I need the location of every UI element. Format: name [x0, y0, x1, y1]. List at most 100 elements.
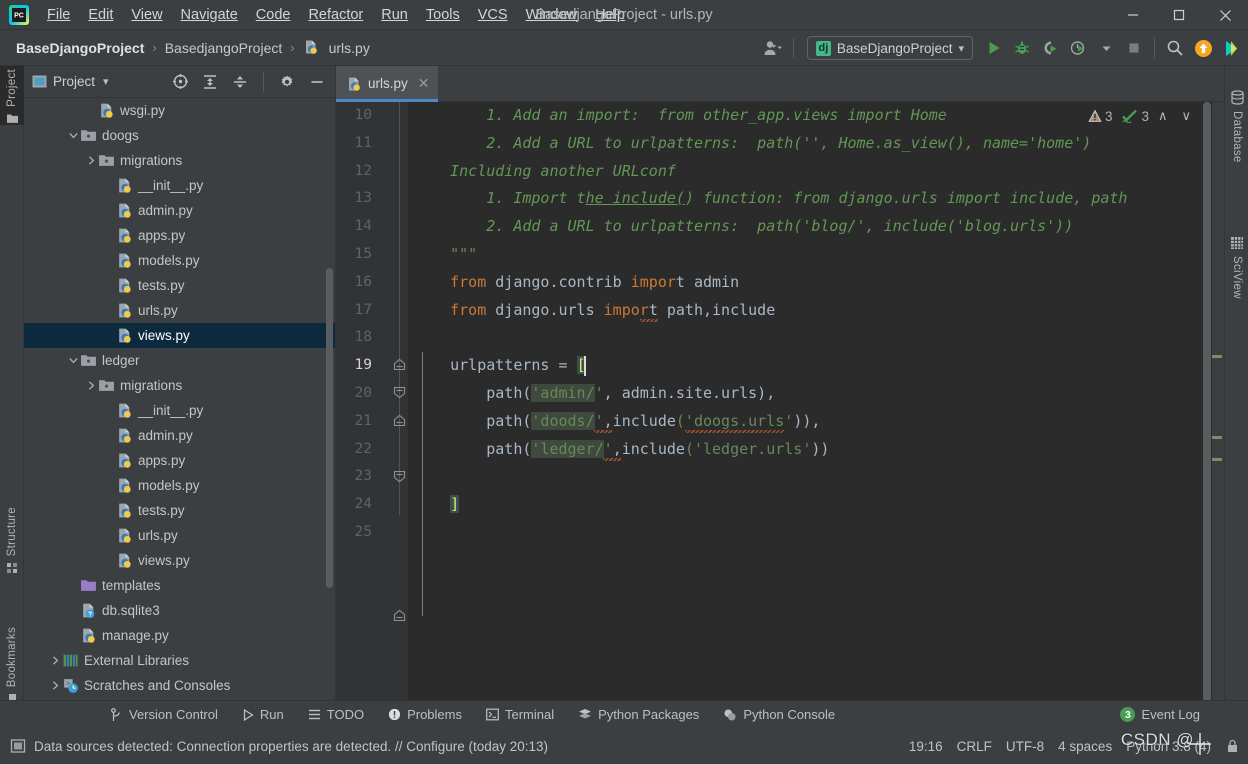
- editor-gutter[interactable]: 10 11 12 13 14 15 16 17 18 19 20 21 22 23 24 25: [336, 102, 408, 708]
- menu-window[interactable]: Window: [517, 4, 587, 26]
- status-bar-message-area[interactable]: Data sources detected: Connection proper…: [0, 738, 548, 754]
- line-number-23[interactable]: 23: [336, 463, 372, 491]
- stop-button[interactable]: [1121, 35, 1147, 61]
- tree-item-templates[interactable]: templates: [24, 573, 335, 598]
- sidebar-item-database[interactable]: Database: [1225, 90, 1248, 166]
- ide-features-button[interactable]: [1218, 35, 1244, 61]
- tree-item--init-py[interactable]: __init__.py: [24, 173, 335, 198]
- warning-indicator[interactable]: 3: [1088, 109, 1112, 124]
- code-editor[interactable]: 3 3 ∧ ∨ 10 11 12 13 14 15 16 17 18 19 20 21 22 23 24 25: [336, 102, 1224, 708]
- code-line-11[interactable]: 2. Add a URL to urlpatterns: path('', Ho…: [408, 297, 1224, 325]
- run-button[interactable]: [981, 35, 1007, 61]
- chevron-right-icon[interactable]: [84, 381, 98, 390]
- tree-item-views-py[interactable]: views.py: [24, 323, 335, 348]
- python-interpreter[interactable]: Python 3.8 (4): [1126, 739, 1211, 754]
- tool-button-version-control[interactable]: Version Control: [100, 704, 228, 725]
- tree-item-tests-py[interactable]: tests.py: [24, 273, 335, 298]
- line-number-22[interactable]: 22: [336, 436, 372, 464]
- tree-item-migrations[interactable]: migrations: [24, 148, 335, 173]
- breadcrumb-item-file[interactable]: urls.py: [325, 38, 374, 58]
- tree-item-apps-py[interactable]: apps.py: [24, 448, 335, 473]
- tree-item--init-py[interactable]: __init__.py: [24, 398, 335, 423]
- profiler-dropdown[interactable]: [1093, 35, 1119, 61]
- fold-marker-16[interactable]: [393, 386, 406, 399]
- menu-tools[interactable]: Tools: [417, 4, 469, 26]
- error-stripe-gutter[interactable]: [1212, 102, 1224, 708]
- project-tree[interactable]: wsgi.py doogs migrations __init__.py admin.p…: [24, 98, 335, 708]
- code-line-10[interactable]: 1. Add an import: from other_app.views i…: [408, 185, 1224, 213]
- tree-item-urls-py[interactable]: urls.py: [24, 523, 335, 548]
- line-number-10[interactable]: 10: [336, 102, 372, 130]
- tree-item-admin-py[interactable]: admin.py: [24, 423, 335, 448]
- fold-marker-15[interactable]: [393, 358, 406, 371]
- chevron-down-icon[interactable]: [66, 131, 80, 140]
- user-avatar-icon[interactable]: [760, 35, 786, 61]
- line-number-15[interactable]: 15: [336, 241, 372, 269]
- tool-button-problems[interactable]: Problems: [378, 704, 472, 725]
- collapse-all-button[interactable]: [228, 70, 252, 94]
- line-separator[interactable]: CRLF: [957, 739, 992, 754]
- project-tree-scrollbar[interactable]: [326, 268, 333, 588]
- debug-button[interactable]: [1009, 35, 1035, 61]
- tool-button-run[interactable]: Run: [232, 704, 294, 725]
- previous-highlight-icon[interactable]: ∧: [1153, 108, 1173, 124]
- status-bar-message[interactable]: Data sources detected: Connection proper…: [34, 739, 548, 754]
- line-number-12[interactable]: 12: [336, 158, 372, 186]
- fold-marker-24[interactable]: [393, 609, 406, 622]
- code-content[interactable]: 1. Add an import: from other_app.views i…: [408, 102, 1224, 708]
- tool-button-python-packages[interactable]: Python Packages: [568, 704, 709, 725]
- line-number-20[interactable]: 20: [336, 380, 372, 408]
- profiler-button[interactable]: [1065, 35, 1091, 61]
- run-with-coverage-button[interactable]: [1037, 35, 1063, 61]
- chevron-right-icon[interactable]: [48, 681, 62, 690]
- expand-all-button[interactable]: [198, 70, 222, 94]
- close-button[interactable]: [1202, 0, 1248, 30]
- project-panel-caret-icon[interactable]: ▾: [103, 75, 109, 88]
- breadcrumb-item-project[interactable]: BaseDjangoProject: [12, 38, 148, 58]
- line-number-21[interactable]: 21: [336, 408, 372, 436]
- tree-item-db-sqlite3[interactable]: ? db.sqlite3: [24, 598, 335, 623]
- sidebar-item-structure[interactable]: Structure: [0, 504, 24, 574]
- sidebar-item-bookmarks[interactable]: Bookmarks: [0, 624, 24, 707]
- line-number-18[interactable]: 18: [336, 324, 372, 352]
- tree-item-external-libraries[interactable]: External Libraries: [24, 648, 335, 673]
- select-opened-file-button[interactable]: [168, 70, 192, 94]
- editor-scrollbar-thumb[interactable]: [1203, 102, 1211, 702]
- tree-item-models-py[interactable]: models.py: [24, 248, 335, 273]
- tool-button-terminal[interactable]: Terminal: [476, 704, 564, 725]
- line-number-14[interactable]: 14: [336, 213, 372, 241]
- sidebar-item-sciview[interactable]: SciView: [1225, 236, 1248, 302]
- tree-item-migrations[interactable]: migrations: [24, 373, 335, 398]
- tree-item-models-py[interactable]: models.py: [24, 473, 335, 498]
- tree-item-apps-py[interactable]: apps.py: [24, 223, 335, 248]
- tree-item-wsgi-py[interactable]: wsgi.py: [24, 98, 335, 123]
- search-everywhere-button[interactable]: [1162, 35, 1188, 61]
- tool-button-python-console[interactable]: Python Console: [713, 704, 845, 725]
- sidebar-item-project[interactable]: Project: [0, 66, 24, 125]
- code-line-13[interactable]: 1. Import the include() function: from d…: [408, 519, 1224, 547]
- code-line-12[interactable]: Including another URLconf: [408, 408, 1224, 436]
- line-number-13[interactable]: 13: [336, 185, 372, 213]
- menu-edit[interactable]: Edit: [79, 4, 122, 26]
- indent-setting[interactable]: 4 spaces: [1058, 739, 1112, 754]
- tree-item-tests-py[interactable]: tests.py: [24, 498, 335, 523]
- menu-file[interactable]: File: [38, 4, 79, 26]
- menu-help[interactable]: Help: [586, 4, 634, 26]
- tree-item-views-py[interactable]: views.py: [24, 548, 335, 573]
- chevron-right-icon[interactable]: [48, 656, 62, 665]
- error-stripe-mark[interactable]: [1212, 458, 1222, 461]
- editor-tab-close-icon[interactable]: ✕: [418, 75, 430, 92]
- menu-run[interactable]: Run: [372, 4, 417, 26]
- chevron-right-icon[interactable]: [84, 156, 98, 165]
- line-number-25[interactable]: 25: [336, 519, 372, 547]
- breadcrumb-item-module[interactable]: BasedjangoProject: [161, 38, 287, 58]
- error-stripe-mark[interactable]: [1212, 436, 1222, 439]
- menu-refactor[interactable]: Refactor: [299, 4, 372, 26]
- hide-panel-button[interactable]: [305, 70, 329, 94]
- fold-marker-19[interactable]: [393, 470, 406, 483]
- tree-item-manage-py[interactable]: manage.py: [24, 623, 335, 648]
- tool-button-todo[interactable]: TODO: [298, 704, 374, 725]
- chevron-down-icon[interactable]: [66, 356, 80, 365]
- file-encoding[interactable]: UTF-8: [1006, 739, 1044, 754]
- line-number-19[interactable]: 19: [336, 352, 372, 380]
